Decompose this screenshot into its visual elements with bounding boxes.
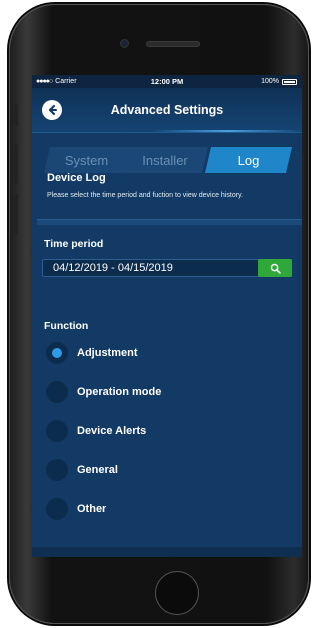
radio-icon[interactable] [46, 459, 68, 481]
tab-system[interactable]: System [44, 147, 129, 173]
volume-up-button [14, 144, 18, 184]
battery-percent: 100% [261, 78, 279, 85]
back-arrow-icon[interactable] [42, 100, 62, 120]
tab-installer[interactable]: Installer [122, 147, 208, 173]
radio-icon[interactable] [46, 381, 68, 403]
function-option-adjustment[interactable]: Adjustment [46, 342, 138, 364]
divider [37, 219, 302, 225]
function-option-operation-mode[interactable]: Operation mode [46, 381, 161, 403]
radio-icon[interactable] [46, 498, 68, 520]
function-option-general[interactable]: General [46, 459, 118, 481]
page-title: Advanced Settings [110, 103, 224, 117]
time-period-label: Time period [44, 238, 104, 250]
option-label: Device Alerts [77, 425, 147, 437]
radio-icon[interactable] [46, 420, 68, 442]
section-title: Device Log [47, 172, 106, 184]
silent-switch [14, 104, 18, 126]
function-option-device-alerts[interactable]: Device Alerts [46, 420, 146, 442]
app-screen: ●●●●○ Carrier 12:00 PM 100% Advanced Set… [32, 75, 302, 557]
function-label: Function [44, 320, 89, 332]
search-icon [270, 263, 281, 274]
battery-icon [282, 78, 297, 85]
tab-log[interactable]: Log [205, 147, 292, 173]
section-description: Please select the time period and fuctio… [47, 192, 243, 199]
navigation-bar: Advanced Settings [32, 88, 302, 133]
volume-down-button [14, 194, 18, 234]
option-label: General [77, 464, 118, 476]
function-option-other[interactable]: Other [46, 498, 106, 520]
battery-indicator: 100% [261, 78, 297, 85]
bottom-bar [32, 547, 302, 557]
settings-tabs: System Installer Log [44, 147, 292, 173]
option-label: Other [77, 503, 107, 515]
option-label: Adjustment [77, 347, 138, 359]
search-button[interactable] [258, 259, 292, 277]
date-range-field[interactable]: 04/12/2019 - 04/15/2019 [42, 259, 292, 277]
front-camera [121, 40, 128, 47]
home-button[interactable] [155, 571, 199, 615]
earpiece-speaker [147, 42, 199, 46]
status-bar: ●●●●○ Carrier 12:00 PM 100% [32, 75, 302, 88]
option-label: Operation mode [77, 386, 162, 398]
radio-selected-icon[interactable] [46, 342, 68, 364]
date-range-value[interactable]: 04/12/2019 - 04/15/2019 [43, 262, 258, 274]
